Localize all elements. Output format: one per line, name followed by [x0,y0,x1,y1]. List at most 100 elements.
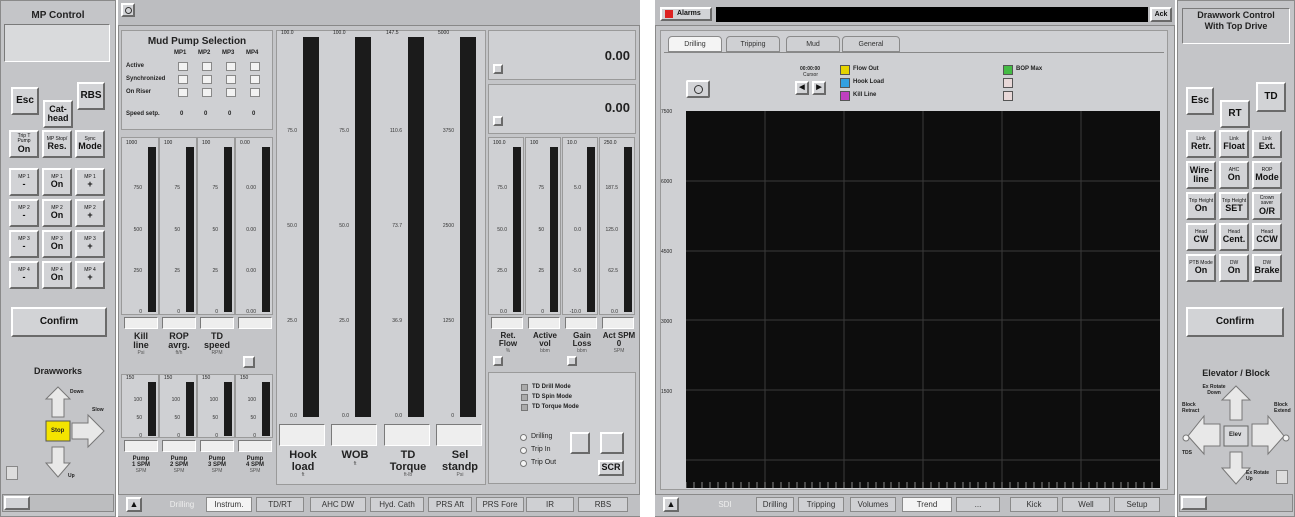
rt-button[interactable]: RT [1220,100,1250,128]
mp-checkbox-2-2[interactable] [226,88,236,97]
drawwork-button-1-1[interactable]: AHC On [1219,161,1249,189]
clock-button[interactable] [686,80,710,98]
mp-control-title: MP Control [31,10,85,21]
mp-pump-button-1-1[interactable]: MP 2 On [42,199,72,227]
gauge-max: 150 [126,375,135,381]
drawwork-button-4-1[interactable]: DW On [1219,254,1249,282]
trend-tab-0[interactable]: Drilling [668,36,722,52]
drawwork-button-2-1[interactable]: Trip Height SET [1219,192,1249,220]
readout-1-button[interactable] [493,64,503,74]
radio-1[interactable] [520,447,527,454]
mp-checkbox-1-1[interactable] [202,75,212,84]
drawwork-button-2-2[interactable]: Crown saver O/R [1252,192,1282,220]
mp-pump-button-0-2[interactable]: MP 1 + [75,168,105,196]
drawwork-button-0-2[interactable]: Link Ext. [1252,130,1282,158]
confirm-button[interactable]: Confirm [11,307,107,337]
left-tab-1[interactable]: Instrum. [206,497,252,512]
mp-checkbox-2-0[interactable] [178,88,188,97]
left-tab-0[interactable]: Drilling [162,497,202,512]
mp-pump-button-3-2[interactable]: MP 4 + [75,261,105,289]
mp-checkbox-2-1[interactable] [202,88,212,97]
left-tab-3[interactable]: AHC DW [310,497,366,512]
cursor-left-button[interactable]: ◀ [795,81,809,95]
bottom-tab-0[interactable]: SDI [716,497,734,512]
right-confirm-button[interactable]: Confirm [1186,307,1284,337]
cursor-right-button[interactable]: ▶ [812,81,826,95]
radio-0[interactable] [520,434,527,441]
rbs-button[interactable]: RBS [77,82,105,110]
trend-tab-1[interactable]: Tripping [726,36,780,52]
mp-row1-button-0-0[interactable]: Trip T Pump On [9,130,39,158]
drawwork-button-3-1[interactable]: Head Cent. [1219,223,1249,251]
ack-button[interactable]: Ack [1150,7,1172,22]
bottom-tab-5[interactable]: ... [956,497,1000,512]
bottom-tab-2[interactable]: Tripping [798,497,844,512]
mp-checkbox-1-3[interactable] [250,75,260,84]
mp-checkbox-0-3[interactable] [250,62,260,71]
esc-button[interactable]: Esc [11,87,39,115]
right-up-arrow-button[interactable]: ▲ [663,497,679,512]
scr-button[interactable]: SCR [598,460,624,476]
drawworks-joystick[interactable]: Down Slow Stop Up [30,385,110,480]
drawwork-button-0-0[interactable]: Link Retr. [1186,130,1216,158]
mp-checkbox-2-3[interactable] [250,88,260,97]
drawwork-button-3-2[interactable]: Head CCW [1252,223,1282,251]
left-panel-small-button[interactable] [4,496,30,510]
bottom-tab-3[interactable]: Volumes [850,497,896,512]
radio-2[interactable] [520,460,527,467]
drawwork-button-1-0[interactable]: Wire-line [1186,161,1216,189]
drawwork-button-4-2[interactable]: DW Brake [1252,254,1282,282]
mp-checkbox-1-2[interactable] [226,75,236,84]
trend-tab-3[interactable]: General [842,36,900,52]
gauge-tick: 0.0 [342,413,349,419]
gain-loss-button[interactable] [567,356,577,366]
mp-row1-button-0-2[interactable]: Sync Mode [75,130,105,158]
mp-pump-button-3-1[interactable]: MP 4 On [42,261,72,289]
pump-chart-button[interactable] [570,432,590,454]
mp-pump-button-1-2[interactable]: MP 2 + [75,199,105,227]
drawwork-button-0-1[interactable]: Link Float [1219,130,1249,158]
mp-checkbox-0-1[interactable] [202,62,212,71]
left-tab-8[interactable]: RBS [578,497,628,512]
mp-pump-button-0-0[interactable]: MP 1- [9,168,39,196]
right-panel-small-button[interactable] [1181,496,1207,510]
left-tab-6[interactable]: PRS Fore [476,497,524,512]
mp-pump-button-2-0[interactable]: MP 3- [9,230,39,258]
menu-icon-button[interactable] [121,3,135,17]
drawwork-button-3-0[interactable]: Head CW [1186,223,1216,251]
left-tab-2[interactable]: TD/RT [256,497,304,512]
td-speed-button[interactable] [243,356,255,368]
cathead-button[interactable]: Cat-head [43,100,73,128]
trend-chart-button[interactable] [600,432,624,454]
bottom-tab-6[interactable]: Kick [1010,497,1058,512]
left-tab-5[interactable]: PRS Aft [428,497,472,512]
bottom-tab-8[interactable]: Setup [1114,497,1160,512]
right-esc-button[interactable]: Esc [1186,87,1214,115]
ret-flow-button[interactable] [493,356,503,366]
mp-pump-button-1-0[interactable]: MP 2- [9,199,39,227]
mp-checkbox-1-0[interactable] [178,75,188,84]
button-label: Brake [1254,264,1280,275]
bottom-tab-1[interactable]: Drilling [756,497,794,512]
mp-pump-button-2-2[interactable]: MP 3 + [75,230,105,258]
left-up-arrow-button[interactable]: ▲ [126,497,142,512]
bottom-tab-7[interactable]: Well [1062,497,1110,512]
bottom-tab-4[interactable]: Trend [902,497,952,512]
readout-2-button[interactable] [493,116,503,126]
mp-pump-button-2-1[interactable]: MP 3 On [42,230,72,258]
gauge-tick: 0.00 [246,309,256,315]
drawwork-button-1-2[interactable]: ROP Mode [1252,161,1282,189]
td-button[interactable]: TD [1256,82,1286,112]
drawwork-button-4-0[interactable]: PTB Mode On [1186,254,1216,282]
left-tab-7[interactable]: IR [526,497,574,512]
mp-pump-button-0-1[interactable]: MP 1 On [42,168,72,196]
drawwork-button-2-0[interactable]: Trip Height On [1186,192,1216,220]
mp-checkbox-0-0[interactable] [178,62,188,71]
mp-pump-button-3-0[interactable]: MP 4- [9,261,39,289]
mp-checkbox-0-2[interactable] [226,62,236,71]
button-label: + [87,271,93,282]
alarms-button[interactable]: Alarms [660,7,712,21]
mp-row1-button-0-1[interactable]: MP Stop/Res. [42,130,72,158]
left-tab-4[interactable]: Hyd. Cath [370,497,424,512]
trend-tab-2[interactable]: Mud [786,36,840,52]
